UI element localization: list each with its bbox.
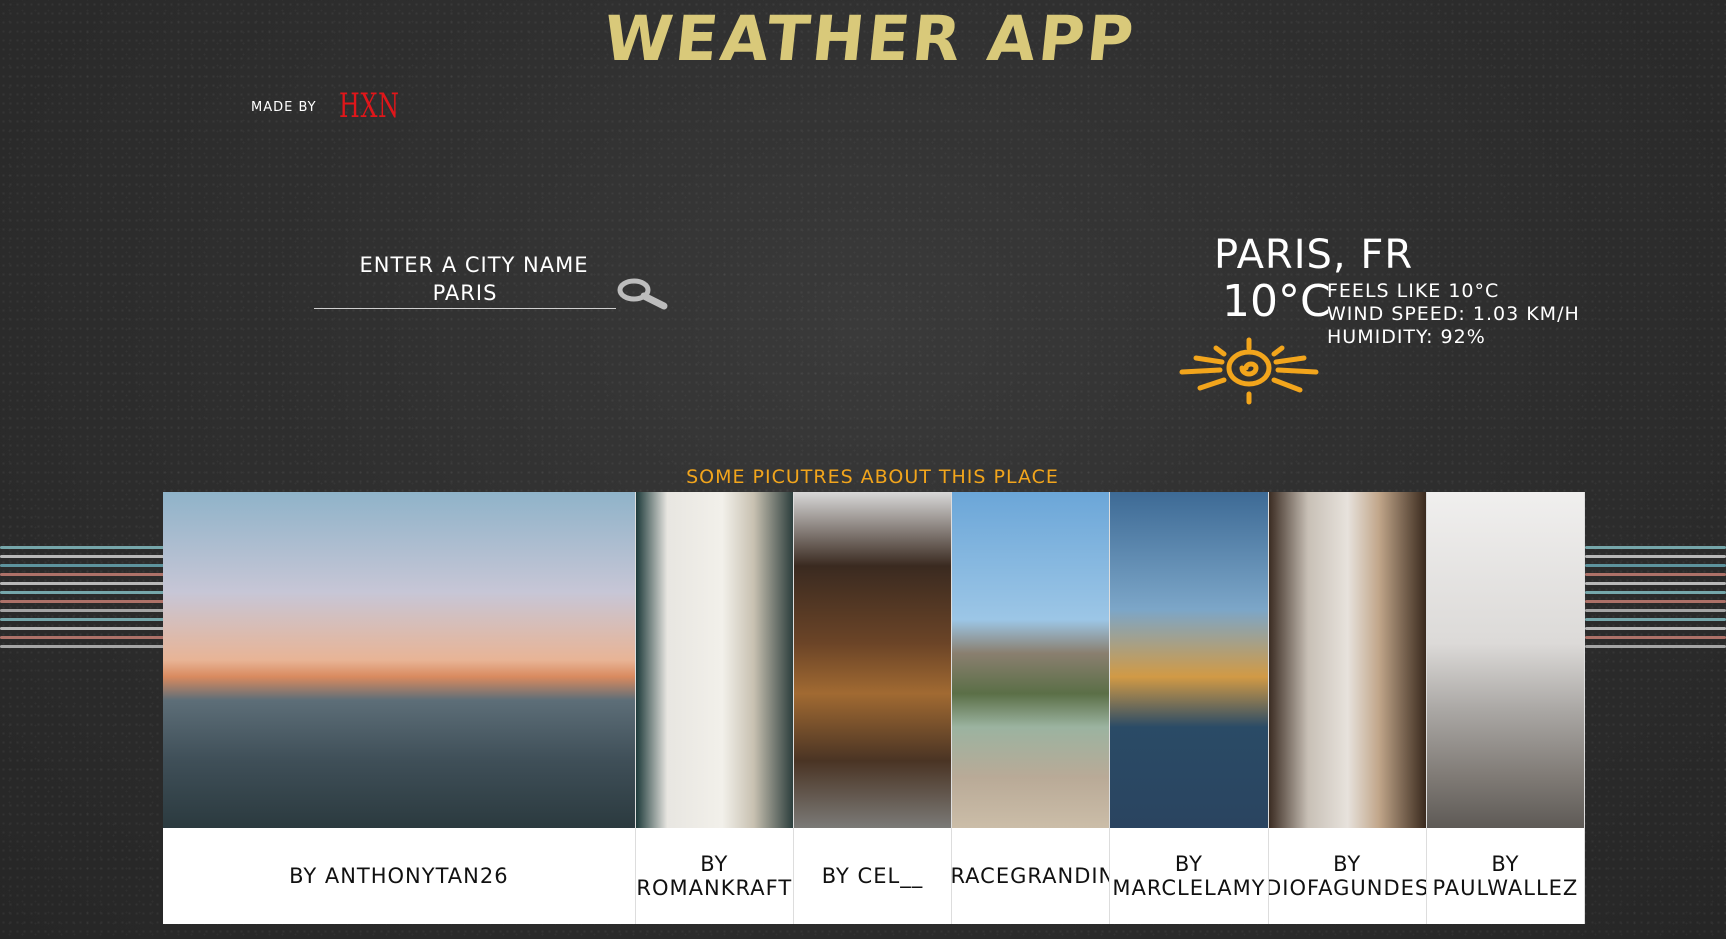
- search-icon: [617, 278, 668, 310]
- photo-card[interactable]: BY ANTHONYTAN26: [163, 492, 636, 924]
- made-by-label: MADE BY: [251, 100, 317, 115]
- humidity: HUMIDITY: 92%: [1327, 326, 1486, 348]
- photo-image: [952, 492, 1110, 828]
- author-link[interactable]: HXN: [339, 86, 400, 126]
- weather-location: PARIS, FR: [1214, 232, 1414, 278]
- photo-gallery: BY ANTHONYTAN26 BY ROMANKRAFT BY CEL__ B…: [163, 492, 1585, 924]
- photo-image: [1268, 492, 1426, 828]
- gallery-heading: SOME PICUTRES ABOUT THIS PLACE: [686, 466, 1059, 488]
- city-search-input[interactable]: [314, 278, 616, 309]
- photo-image: [1426, 492, 1584, 828]
- photo-card[interactable]: BY GRACEGRANDINETTI: [952, 492, 1111, 924]
- photo-image: [163, 492, 635, 828]
- photo-credit: BY ANTHONYTAN26: [289, 864, 509, 888]
- search-button[interactable]: [614, 276, 670, 312]
- photo-credit: BY MARCLELAMY: [1112, 852, 1266, 900]
- photo-image: [793, 492, 952, 828]
- photo-credit: BY DIOFAGUNDES: [1268, 852, 1427, 900]
- feels-like: FEELS LIKE 10°C: [1327, 280, 1500, 302]
- weather-temperature: 10°C: [1222, 276, 1331, 327]
- made-by: MADE BY HXN: [251, 86, 412, 126]
- wind-speed: WIND SPEED: 1.03 KM/H: [1327, 303, 1580, 325]
- photo-credit: BY CEL__: [821, 864, 924, 888]
- photo-credit: BY GRACEGRANDINETTI: [952, 864, 1111, 888]
- search-label: ENTER A CITY NAME: [359, 253, 589, 277]
- photo-card[interactable]: BY ROMANKRAFT: [635, 492, 794, 924]
- photo-card[interactable]: BY PAULWALLEZ: [1426, 492, 1585, 924]
- chalk-scribbles-right: [1585, 540, 1726, 654]
- photo-image: [1110, 492, 1268, 828]
- photo-credit: BY ROMANKRAFT: [636, 852, 793, 900]
- weather-details: FEELS LIKE 10°C WIND SPEED: 1.03 KM/H HU…: [1327, 280, 1580, 349]
- photo-card[interactable]: BY MARCLELAMY: [1110, 492, 1269, 924]
- photo-image: [635, 492, 793, 828]
- photo-card[interactable]: BY DIOFAGUNDES: [1268, 492, 1427, 924]
- app-title: WEATHER APP: [600, 2, 1140, 75]
- photo-credit: BY PAULWALLEZ: [1432, 852, 1579, 900]
- chalk-scribbles-left: [0, 540, 165, 654]
- photo-card[interactable]: BY CEL__: [793, 492, 953, 924]
- sun-icon: [1179, 337, 1319, 405]
